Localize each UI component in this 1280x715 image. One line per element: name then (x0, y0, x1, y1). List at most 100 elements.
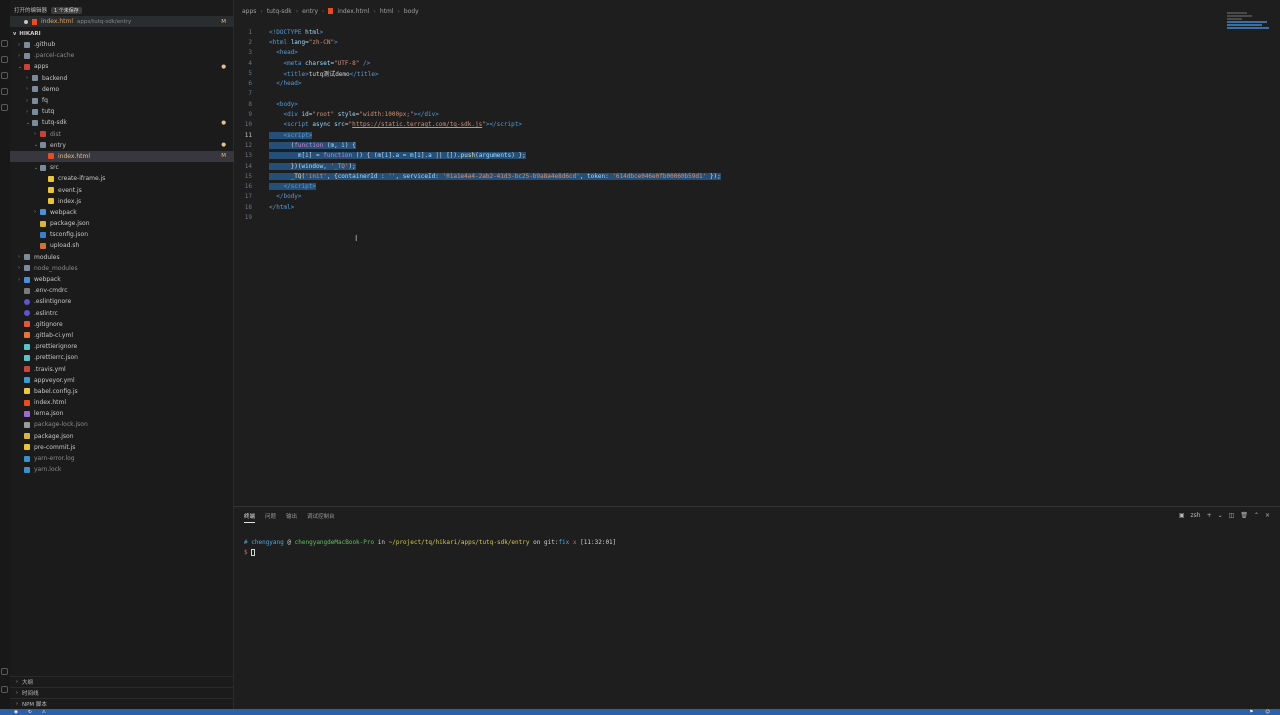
code-line[interactable]: 4 <meta charset="UTF-8" /> (234, 58, 1280, 68)
terminal-output[interactable]: # chengyang @ chengyangdeMacBook-Pro in … (244, 539, 616, 559)
breadcrumb-item[interactable]: tutq-sdk (267, 8, 292, 15)
tree-folder[interactable]: › fq (10, 95, 234, 106)
tree-folder[interactable]: ⌄ entry ● (10, 140, 234, 151)
tree-file[interactable]: .gitlab-ci.yml (10, 330, 234, 341)
tree-file[interactable]: pre-commit.js (10, 442, 234, 453)
tree-file[interactable]: .env-cmdrc (10, 285, 234, 296)
code-line[interactable]: 10 <script async src="https://static.ter… (234, 120, 1280, 130)
code-editor[interactable]: 1 <!DOCTYPE html> 2 <html lang="zh-CN"> 3 <h… (234, 27, 1280, 223)
terminal-input-line[interactable]: $ (244, 549, 616, 559)
code-line[interactable]: 15 _TQ('init', {containerId : '', servic… (234, 171, 1280, 181)
code-line[interactable]: 18 </html> (234, 202, 1280, 212)
sidebar-section-header[interactable]: › 时间线 (10, 687, 234, 698)
sync-icon[interactable]: ↻ (28, 710, 32, 715)
code-line[interactable]: 7 (234, 89, 1280, 99)
breadcrumb-item[interactable]: body (404, 8, 419, 15)
tree-file[interactable]: yarn.lock (10, 464, 234, 475)
unsaved-dot-icon[interactable] (24, 19, 28, 24)
terminal-shell-label[interactable]: zsh (1191, 512, 1201, 519)
code-line[interactable]: 11 <script> (234, 130, 1280, 140)
tree-file[interactable]: babel.config.js (10, 386, 234, 397)
tree-folder[interactable]: › backend (10, 73, 234, 84)
code-line[interactable]: 14 })(window, '_TQ'); (234, 161, 1280, 171)
tree-folder[interactable]: ⌄ apps ● (10, 61, 234, 72)
code-line[interactable]: 17 </body> (234, 192, 1280, 202)
trash-icon[interactable]: 🗑 (1240, 512, 1248, 519)
tree-folder[interactable]: › tutq (10, 106, 234, 117)
tree-file[interactable]: create-iframe.js (10, 173, 234, 184)
tree-folder[interactable]: › demo (10, 84, 234, 95)
tree-folder[interactable]: › .github (10, 39, 234, 50)
chevron-up-icon[interactable]: ⌃ (1254, 512, 1259, 519)
files-icon[interactable] (1, 40, 8, 47)
new-terminal-plus-icon[interactable]: + (1207, 512, 1212, 519)
settings-gear-icon[interactable] (1, 686, 8, 693)
code-line[interactable]: 2 <html lang="zh-CN"> (234, 37, 1280, 47)
open-editor-item[interactable]: index.html apps/tutq-sdk/entry M (10, 16, 234, 27)
panel-tab[interactable]: 调试控制台 (307, 512, 335, 523)
code-line[interactable]: 6 </head> (234, 78, 1280, 88)
tree-file[interactable]: .prettierignore (10, 341, 234, 352)
tree-file[interactable]: index.html M (10, 150, 234, 163)
tree-file[interactable]: yarn-error.log (10, 453, 234, 464)
tree-file[interactable]: .prettierrc.json (10, 352, 234, 363)
tree-file[interactable]: index.html (10, 397, 234, 408)
panel-tab[interactable]: 问题 (265, 512, 276, 523)
breadcrumb-item[interactable]: entry (302, 8, 318, 15)
code-line[interactable]: 16 </script> (234, 181, 1280, 191)
run-debug-icon[interactable] (1, 88, 8, 95)
split-terminal-icon[interactable]: ◫ (1229, 512, 1235, 519)
sidebar-section-header[interactable]: › 大纲 (10, 676, 234, 687)
tree-file[interactable]: event.js (10, 184, 234, 195)
tree-file[interactable]: appveyor.yml (10, 375, 234, 386)
code-line[interactable]: 12 (function (m, i) { (234, 140, 1280, 150)
tree-folder[interactable]: › dist (10, 129, 234, 140)
tree-folder[interactable]: › webpack (10, 274, 234, 285)
code-line[interactable]: 5 <title>tutq测试demo</title> (234, 68, 1280, 78)
code-line[interactable]: 8 <body> (234, 99, 1280, 109)
source-control-icon[interactable] (1, 72, 8, 79)
tree-file[interactable]: .eslintrc (10, 308, 234, 319)
close-icon[interactable]: × (1265, 512, 1270, 519)
tree-file[interactable]: package.json (10, 218, 234, 229)
code-line[interactable]: 9 <div id="root" style="width:1000px;"><… (234, 109, 1280, 119)
code-line[interactable]: 1 <!DOCTYPE html> (234, 27, 1280, 37)
code-line[interactable]: 3 <head> (234, 48, 1280, 58)
account-icon[interactable] (1, 668, 8, 675)
tree-file[interactable]: tsconfig.json (10, 229, 234, 240)
extensions-icon[interactable] (1, 104, 8, 111)
tree-folder[interactable]: › webpack (10, 207, 234, 218)
tree-folder[interactable]: ⌄ tutq-sdk ● (10, 117, 234, 128)
panel-tab[interactable]: 输出 (286, 512, 297, 523)
chevron-down-icon[interactable]: ⌄ (1218, 512, 1223, 519)
tree-folder[interactable]: ⌄ src (10, 162, 234, 173)
breadcrumb-item[interactable]: html (380, 8, 394, 15)
sidebar-section-header[interactable]: › NPM 脚本 (10, 698, 234, 709)
breadcrumb-item[interactable]: index.html (337, 8, 369, 15)
open-editors-header[interactable]: 打开的编辑器 1 个未保存 (10, 4, 234, 16)
panel-tab[interactable]: 终端 (244, 512, 256, 523)
branch-icon[interactable]: ◉ (14, 710, 18, 715)
bell-icon[interactable]: ⚑ (1249, 710, 1253, 715)
tree-folder[interactable]: › .parcel-cache (10, 50, 234, 61)
tree-file[interactable]: upload.sh (10, 240, 234, 251)
tree-file[interactable]: .eslintignore (10, 296, 234, 307)
tree-file[interactable]: .travis.yml (10, 363, 234, 374)
git-status-badge: ● (221, 119, 226, 126)
code-line[interactable]: 13 m[i] = function () { (m[i].a = m[i].a… (234, 151, 1280, 161)
problems-icon[interactable]: ⚠ (42, 710, 46, 715)
tree-folder[interactable]: › modules (10, 252, 234, 263)
tree-folder[interactable]: › node_modules (10, 263, 234, 274)
tree-file[interactable]: .gitignore (10, 319, 234, 330)
tree-file[interactable]: index.js (10, 196, 234, 207)
line-number: 1 (248, 28, 252, 36)
tree-item-label: index.html (34, 399, 66, 407)
tree-file[interactable]: lerna.json (10, 408, 234, 419)
code-line[interactable]: 19 (234, 212, 1280, 222)
feedback-icon[interactable]: ☺ (1265, 710, 1270, 715)
search-icon[interactable] (1, 56, 8, 63)
tree-file[interactable]: package.json (10, 431, 234, 442)
tree-file[interactable]: package-lock.json (10, 419, 234, 430)
breadcrumb-item[interactable]: apps (242, 8, 256, 15)
workspace-root-header[interactable]: v HIKARI (10, 29, 41, 39)
